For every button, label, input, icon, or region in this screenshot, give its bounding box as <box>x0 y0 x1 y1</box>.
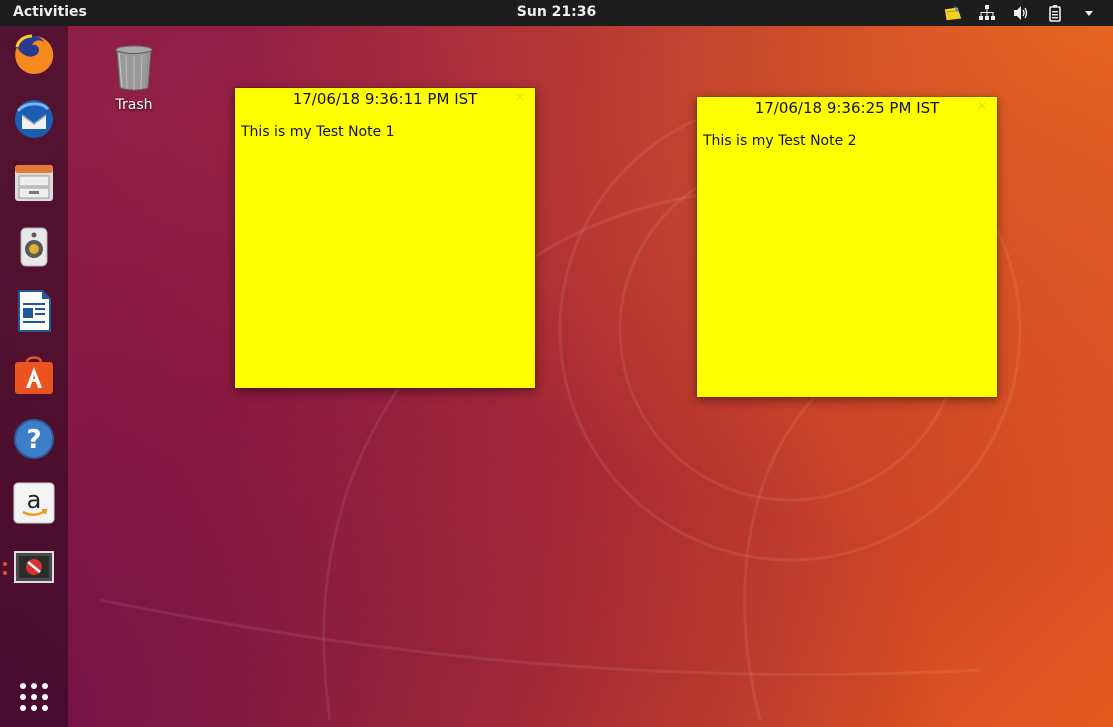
desktop-icon-trash[interactable]: Trash <box>106 44 162 113</box>
firefox-icon <box>15 34 54 74</box>
dock-item-stickynotes[interactable] <box>11 544 57 590</box>
network-icon[interactable] <box>977 3 997 23</box>
close-icon[interactable]: ✕ <box>976 100 988 112</box>
running-indicator <box>3 562 7 566</box>
top-panel: Activities Sun 21:36 <box>0 0 1113 26</box>
help-icon: ? <box>14 419 54 459</box>
running-indicator <box>3 571 7 575</box>
volume-icon[interactable] <box>1011 3 1031 23</box>
indicator-stickynotes-icon[interactable] <box>943 3 963 23</box>
stickynotes-app-icon <box>14 551 54 583</box>
dock-item-firefox[interactable] <box>11 32 57 78</box>
dock-item-help[interactable]: ? <box>11 416 57 462</box>
dock-item-files[interactable] <box>11 160 57 206</box>
grid-icon <box>20 683 48 711</box>
battery-icon[interactable] <box>1045 3 1065 23</box>
sticky-note-2[interactable]: 17/06/18 9:36:25 PM IST ✕ This is my Tes… <box>697 97 997 397</box>
writer-icon <box>18 290 51 332</box>
note-body[interactable]: This is my Test Note 1 <box>235 112 535 152</box>
trash-icon <box>115 45 153 91</box>
note-header[interactable]: 17/06/18 9:36:11 PM IST ✕ <box>235 88 535 112</box>
svg-text:a: a <box>27 486 42 514</box>
close-icon[interactable]: ✕ <box>514 91 526 103</box>
note-header[interactable]: 17/06/18 9:36:25 PM IST ✕ <box>697 97 997 121</box>
sticky-note-1[interactable]: 17/06/18 9:36:11 PM IST ✕ This is my Tes… <box>235 88 535 388</box>
rhythmbox-icon <box>20 227 48 267</box>
amazon-icon: a <box>13 482 55 524</box>
dock-item-amazon[interactable]: a <box>11 480 57 526</box>
dock: ? a <box>0 26 68 727</box>
software-icon <box>15 356 53 394</box>
show-applications-button[interactable] <box>11 674 57 720</box>
note-body[interactable]: This is my Test Note 2 <box>697 121 997 161</box>
system-tray <box>943 3 1099 23</box>
desktop-icon-label: Trash <box>115 97 153 113</box>
dock-item-rhythmbox[interactable] <box>11 224 57 270</box>
dock-item-writer[interactable] <box>11 288 57 334</box>
thunderbird-icon <box>15 100 53 138</box>
dock-item-software[interactable] <box>11 352 57 398</box>
dock-item-thunderbird[interactable] <box>11 96 57 142</box>
note-timestamp: 17/06/18 9:36:11 PM IST <box>292 90 478 108</box>
menu-arrow-icon[interactable] <box>1079 3 1099 23</box>
svg-text:?: ? <box>26 425 41 455</box>
files-icon <box>15 165 53 201</box>
note-timestamp: 17/06/18 9:36:25 PM IST <box>754 99 940 117</box>
clock[interactable]: Sun 21:36 <box>517 4 596 20</box>
